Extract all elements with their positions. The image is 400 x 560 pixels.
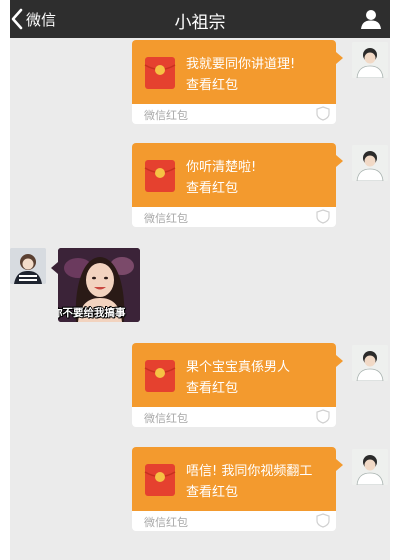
bubble-tail — [336, 155, 343, 167]
red-packet-card[interactable]: 我就要同你讲道理! 查看红包 微信红包 — [132, 40, 343, 124]
red-envelope-icon — [144, 160, 176, 192]
red-packet-card[interactable]: 你听清楚啦! 查看红包 微信红包 — [132, 143, 343, 227]
person-icon[interactable] — [360, 8, 382, 30]
red-packet-body: 果个宝宝真係男人 查看红包 — [132, 343, 336, 407]
avatar[interactable] — [352, 449, 388, 485]
red-envelope-icon — [144, 57, 176, 89]
red-packet-view-label: 查看红包 — [186, 181, 239, 196]
shield-icon — [316, 106, 330, 121]
bubble-tail — [51, 262, 58, 274]
message-row-4: 果个宝宝真係男人 查看红包 微信红包 — [10, 343, 390, 429]
red-packet-body: 你听清楚啦! 查看红包 — [132, 143, 336, 207]
red-packet-view-label: 查看红包 — [186, 381, 239, 396]
message-row-1: 我就要同你讲道理! 查看红包 微信红包 — [10, 40, 390, 126]
sticker-message[interactable]: 你不要给我搞事 — [58, 248, 140, 322]
avatar[interactable] — [10, 248, 46, 284]
top-bar: 微信 小祖宗 — [10, 0, 390, 38]
red-packet-view-label: 查看红包 — [186, 78, 239, 93]
avatar[interactable] — [352, 42, 388, 78]
sticker-caption: 你不要给我搞事 — [58, 307, 126, 319]
red-packet-body: 我就要同你讲道理! 查看红包 — [132, 40, 336, 104]
red-packet-footer: 微信红包 — [132, 104, 336, 124]
avatar[interactable] — [352, 345, 388, 381]
red-packet-footer-label: 微信红包 — [144, 109, 188, 122]
message-row-2: 你听清楚啦! 查看红包 微信红包 — [10, 143, 390, 229]
shield-icon — [316, 513, 330, 528]
red-packet-greeting: 你听清楚啦! — [186, 160, 257, 175]
bubble-tail — [336, 459, 343, 471]
red-packet-footer: 微信红包 — [132, 511, 336, 531]
avatar[interactable] — [352, 145, 388, 181]
red-packet-card[interactable]: 果个宝宝真係男人 查看红包 微信红包 — [132, 343, 343, 427]
red-packet-greeting: 我就要同你讲道理! — [186, 57, 296, 72]
red-packet-card[interactable]: 唔信! 我同你视频翻工 查看红包 微信红包 — [132, 447, 343, 531]
red-envelope-icon — [144, 360, 176, 392]
message-row-5: 唔信! 我同你视频翻工 查看红包 微信红包 — [10, 447, 390, 533]
shield-icon — [316, 209, 330, 224]
red-packet-footer: 微信红包 — [132, 407, 336, 427]
chat-window: 微信 小祖宗 我就要同你讲道理! 查看红包 微信红包 你听清楚啦! 查看红包 微… — [10, 0, 390, 560]
red-packet-footer-label: 微信红包 — [144, 516, 188, 529]
bubble-tail — [336, 52, 343, 64]
red-packet-footer-label: 微信红包 — [144, 412, 188, 425]
red-packet-footer-label: 微信红包 — [144, 212, 188, 225]
red-packet-view-label: 查看红包 — [186, 485, 239, 500]
shield-icon — [316, 409, 330, 424]
red-packet-greeting: 唔信! 我同你视频翻工 — [186, 464, 313, 479]
red-envelope-icon — [144, 464, 176, 496]
red-packet-footer: 微信红包 — [132, 207, 336, 227]
red-packet-greeting: 果个宝宝真係男人 — [186, 360, 291, 375]
bubble-tail — [336, 355, 343, 367]
red-packet-body: 唔信! 我同你视频翻工 查看红包 — [132, 447, 336, 511]
chat-title: 小祖宗 — [174, 13, 226, 33]
